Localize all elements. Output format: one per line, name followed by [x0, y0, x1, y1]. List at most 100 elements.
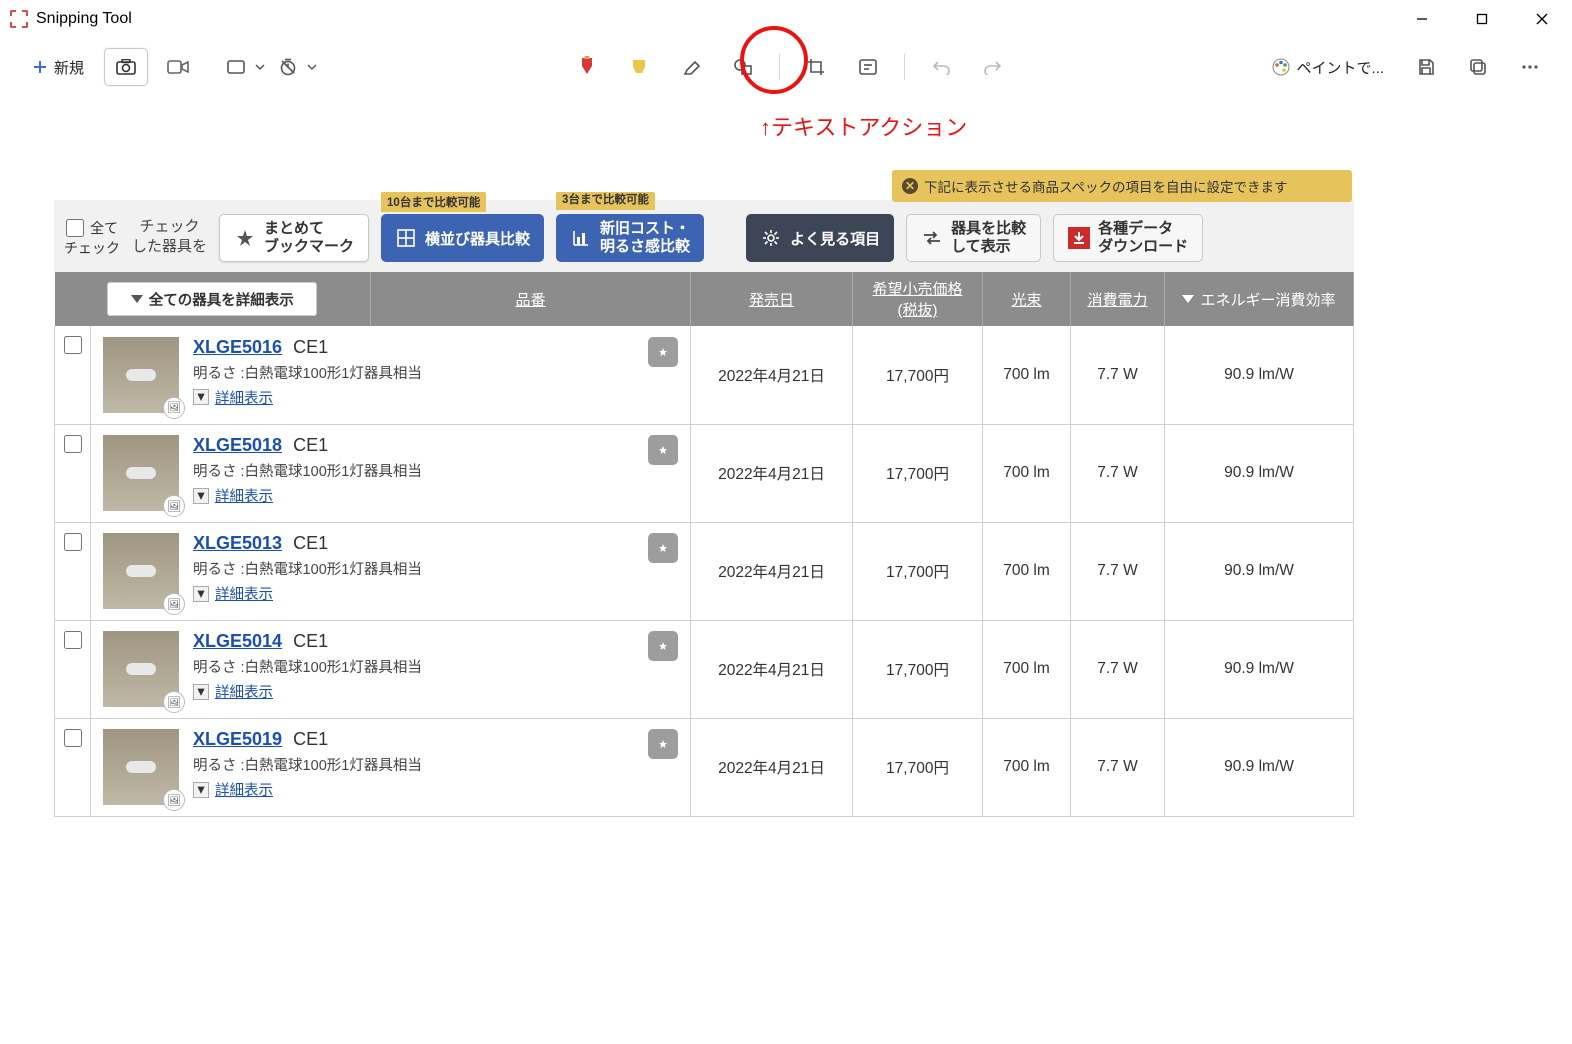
spec-tip: ✕ 下記に表示させる商品スペックの項目を自由に設定できます — [892, 170, 1352, 202]
col-power[interactable]: 消費電力 — [1071, 272, 1165, 326]
close-button[interactable] — [1512, 0, 1572, 38]
bookmark-button[interactable]: まとめてブックマーク — [219, 214, 369, 262]
row-checkbox[interactable] — [64, 336, 82, 354]
product-thumbnail[interactable]: 🖼 — [103, 729, 179, 805]
save-button[interactable] — [1404, 48, 1448, 86]
compare-side-button[interactable]: 10台まで比較可能 横並び器具比較 — [381, 214, 544, 262]
download-button[interactable]: 各種データダウンロード — [1053, 214, 1203, 262]
lead-text: チェック した器具を — [132, 217, 207, 262]
image-zoom-icon[interactable]: 🖼 — [163, 495, 185, 517]
frequent-items-button[interactable]: よく見る項目 — [746, 214, 894, 262]
image-zoom-icon[interactable]: 🖼 — [163, 593, 185, 615]
rectangle-icon — [227, 60, 245, 74]
model-suffix: CE1 — [293, 435, 328, 455]
delay-button[interactable] — [276, 48, 320, 86]
cost-badge: 3台まで比較可能 — [556, 192, 655, 210]
palette-icon — [1272, 58, 1290, 76]
product-thumbnail[interactable]: 🖼 — [103, 435, 179, 511]
crop-icon — [807, 58, 825, 76]
shapes-button[interactable] — [721, 48, 765, 86]
screenshot-content: ✕ 下記に表示させる商品スペックの項目を自由に設定できます 全て チェック チェ… — [54, 170, 1354, 817]
image-zoom-icon[interactable]: 🖼 — [163, 397, 185, 419]
detail-link[interactable]: 詳細表示 — [215, 485, 273, 506]
new-button[interactable]: 新規 — [20, 48, 96, 86]
cell-flux: 700 lm — [983, 424, 1071, 522]
product-thumbnail[interactable]: 🖼 — [103, 337, 179, 413]
model-suffix: CE1 — [293, 533, 328, 553]
eraser-button[interactable] — [669, 48, 713, 86]
brightness-text: 明るさ :白熱電球100形1灯器具相当 — [193, 460, 422, 481]
shield-star-icon — [655, 344, 671, 360]
redo-button[interactable] — [971, 48, 1015, 86]
brightness-text: 明るさ :白熱電球100形1灯器具相当 — [193, 362, 422, 383]
model-link[interactable]: XLGE5019 — [193, 729, 282, 749]
row-checkbox[interactable] — [64, 533, 82, 551]
brightness-text: 明るさ :白熱電球100形1灯器具相当 — [193, 656, 422, 677]
more-button[interactable] — [1508, 48, 1552, 86]
edit-in-paint-button[interactable]: ペイントで... — [1260, 48, 1396, 86]
eraser-icon — [681, 58, 701, 76]
favorite-button[interactable] — [648, 533, 678, 563]
row-checkbox[interactable] — [64, 729, 82, 747]
tip-close-icon[interactable]: ✕ — [902, 178, 918, 194]
image-zoom-icon[interactable]: 🖼 — [163, 691, 185, 713]
col-model[interactable]: 品番 — [371, 272, 691, 326]
detail-dropdown-icon[interactable]: ▾ — [193, 684, 209, 700]
detail-link[interactable]: 詳細表示 — [215, 583, 273, 604]
chevron-down-icon — [255, 62, 265, 72]
table-row: 🖼 XLGE5018 CE1 明るさ :白熱電球100形1灯器具相当 ▾ 詳細表… — [55, 424, 1354, 522]
compare-display-button[interactable]: 器具を比較して表示 — [906, 214, 1041, 262]
detail-link[interactable]: 詳細表示 — [215, 387, 273, 408]
highlighter-button[interactable] — [617, 48, 661, 86]
check-all[interactable]: 全て チェック — [64, 218, 120, 262]
col-efficacy[interactable]: エネルギー消費効率 — [1165, 272, 1354, 326]
pen-tool-button[interactable] — [565, 48, 609, 86]
product-thumbnail[interactable]: 🖼 — [103, 533, 179, 609]
detail-link[interactable]: 詳細表示 — [215, 681, 273, 702]
shield-star-icon — [655, 736, 671, 752]
detail-dropdown-icon[interactable]: ▾ — [193, 586, 209, 602]
new-button-label: 新規 — [54, 57, 84, 78]
window-controls — [1392, 0, 1572, 38]
row-checkbox[interactable] — [64, 631, 82, 649]
table-row: 🖼 XLGE5016 CE1 明るさ :白熱電球100形1灯器具相当 ▾ 詳細表… — [55, 326, 1354, 424]
col-release[interactable]: 発売日 — [691, 272, 853, 326]
model-link[interactable]: XLGE5018 — [193, 435, 282, 455]
product-table: 全ての器具を詳細表示 品番 発売日 希望小売価格(税抜) 光束 消費電力 エネル… — [54, 272, 1354, 817]
shield-star-icon — [655, 638, 671, 654]
detail-dropdown-icon[interactable]: ▾ — [193, 782, 209, 798]
cell-price: 17,700円 — [853, 718, 983, 816]
model-link[interactable]: XLGE5014 — [193, 631, 282, 651]
col-flux[interactable]: 光束 — [983, 272, 1071, 326]
undo-button[interactable] — [919, 48, 963, 86]
cell-release: 2022年4月21日 — [691, 620, 853, 718]
snip-video-button[interactable] — [156, 48, 200, 86]
product-thumbnail[interactable]: 🖼 — [103, 631, 179, 707]
col-price[interactable]: 希望小売価格(税抜) — [853, 272, 983, 326]
check-all-checkbox[interactable] — [66, 219, 84, 237]
model-link[interactable]: XLGE5013 — [193, 533, 282, 553]
cell-eff: 90.9 lm/W — [1165, 620, 1354, 718]
shape-mode-button[interactable] — [224, 48, 268, 86]
model-link[interactable]: XLGE5016 — [193, 337, 282, 357]
favorite-button[interactable] — [648, 337, 678, 367]
detail-dropdown-icon[interactable]: ▾ — [193, 389, 209, 405]
copy-button[interactable] — [1456, 48, 1500, 86]
detail-link[interactable]: 詳細表示 — [215, 779, 273, 800]
cost-compare-button[interactable]: 3台まで比較可能 新旧コスト・明るさ感比較 — [556, 214, 704, 262]
row-checkbox[interactable] — [64, 435, 82, 453]
text-action-button[interactable] — [846, 48, 890, 86]
compare-badge: 10台まで比較可能 — [381, 192, 486, 212]
snip-photo-button[interactable] — [104, 48, 148, 86]
image-zoom-icon[interactable]: 🖼 — [163, 789, 185, 811]
expand-all-button[interactable]: 全ての器具を詳細表示 — [107, 282, 317, 316]
minimize-button[interactable] — [1392, 0, 1452, 38]
crop-button[interactable] — [794, 48, 838, 86]
favorite-button[interactable] — [648, 631, 678, 661]
frequent-label: よく見る項目 — [790, 228, 880, 249]
favorite-button[interactable] — [648, 729, 678, 759]
detail-dropdown-icon[interactable]: ▾ — [193, 488, 209, 504]
maximize-button[interactable] — [1452, 0, 1512, 38]
chart-icon — [570, 227, 592, 249]
favorite-button[interactable] — [648, 435, 678, 465]
